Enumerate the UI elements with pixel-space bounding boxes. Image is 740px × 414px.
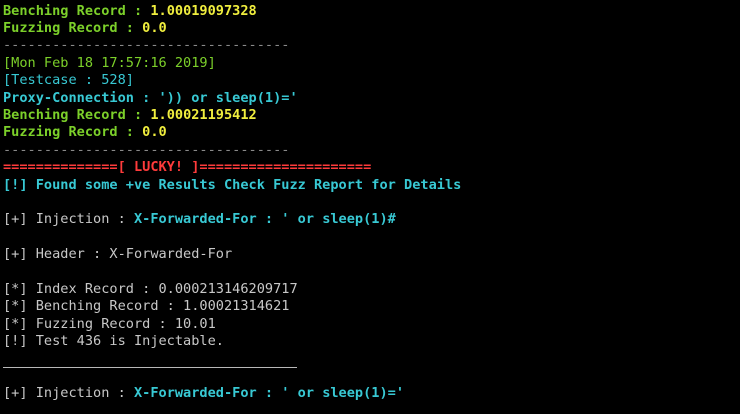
fuzzing-record-value: 0.0	[142, 20, 167, 36]
injection-line-1: [+] Injection : X-Forwarded-For : ' or s…	[3, 211, 396, 228]
fuzzing-record-line-2: Fuzzing Record : 0.0	[3, 124, 167, 141]
benching-record-label: Benching Record :	[3, 2, 151, 19]
found-results-message: [!] Found some +ve Results Check Fuzz Re…	[3, 176, 462, 193]
fuzzing-record-detail-line: [*] Fuzzing Record : 10.01	[3, 315, 216, 332]
proxy-connection-line: Proxy-Connection : ')) or sleep(1)='	[3, 89, 298, 106]
terminal-output: Benching Record : 1.00019097328 Fuzzing …	[0, 0, 740, 414]
separator-line-1: -----------------------------------	[3, 37, 290, 54]
injectable-line: [!] Test 436 is Injectable.	[3, 333, 224, 350]
divider-rule	[3, 367, 297, 368]
timestamp-line: [Mon Feb 18 17:57:16 2019]	[3, 54, 216, 71]
injection-payload: X-Forwarded-For : ' or sleep(1)#	[133, 211, 396, 228]
injection-payload: X-Forwarded-For : ' or sleep(1)='	[133, 385, 405, 402]
benching-record-detail-line: [*] Benching Record : 1.00021314621	[3, 298, 290, 315]
fuzzing-record-line-1: Fuzzing Record : 0.0	[3, 20, 167, 37]
benching-record-line-1: Benching Record : 1.00019097328	[3, 3, 257, 20]
injection-line-2: [+] Injection : X-Forwarded-For : ' or s…	[3, 385, 404, 402]
fuzzing-record-label: Fuzzing Record :	[3, 20, 143, 36]
fuzzing-record-label: Fuzzing Record :	[3, 124, 143, 141]
index-record-line: [*] Index Record : 0.000213146209717	[3, 281, 298, 297]
lucky-banner: ==============[ LUCKY! ]================…	[3, 159, 372, 176]
injection-prefix: [+] Injection :	[3, 385, 134, 402]
separator-line-2: -----------------------------------	[3, 141, 290, 158]
header-line: [+] Header : X-Forwarded-For	[3, 246, 233, 263]
fuzzing-record-value: 0.0	[142, 124, 167, 141]
benching-record-line-2: Benching Record : 1.00021195412	[3, 107, 257, 124]
benching-record-value: 1.00021195412	[150, 107, 257, 123]
testcase-line: [Testcase : 528]	[3, 72, 134, 89]
benching-record-value: 1.00019097328	[150, 2, 257, 19]
injection-prefix: [+] Injection :	[3, 211, 134, 228]
benching-record-label: Benching Record :	[3, 107, 151, 123]
